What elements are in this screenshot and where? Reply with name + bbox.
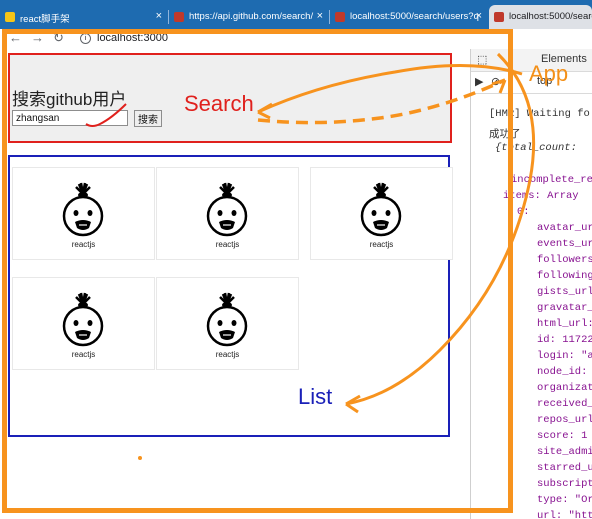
annotation-search-label: Search [184, 91, 254, 116]
annotation-list-label: List [298, 384, 333, 409]
annotation-app-label: App [529, 61, 569, 86]
annotation-arrows-icon [85, 52, 536, 460]
